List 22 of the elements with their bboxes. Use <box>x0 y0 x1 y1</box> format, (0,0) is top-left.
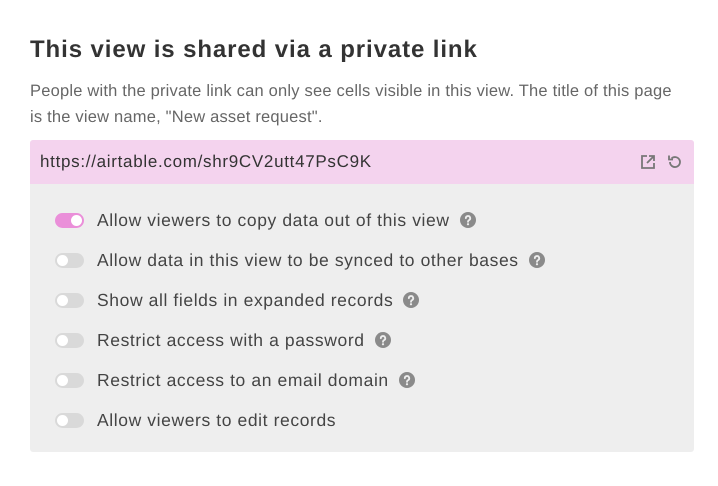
toggle-switch[interactable] <box>55 332 84 348</box>
option-label: Restrict access with a password <box>97 328 365 352</box>
help-icon[interactable] <box>460 212 476 228</box>
toggle-switch[interactable] <box>55 292 84 308</box>
toggle-switch[interactable] <box>55 212 84 228</box>
help-icon[interactable] <box>398 372 415 388</box>
share-link[interactable]: https://airtable.com/shr9CV2utt47PsC9K <box>40 149 640 175</box>
help-icon[interactable] <box>403 292 420 308</box>
option-label: Allow viewers to copy data out of this view <box>97 208 450 232</box>
toggle-switch[interactable] <box>55 252 84 268</box>
toggle-switch[interactable] <box>55 372 84 388</box>
external-link-icon[interactable] <box>640 154 656 170</box>
option-label: Allow data in this view to be synced to other bases <box>97 248 519 272</box>
option-label: Allow viewers to edit records <box>97 408 336 432</box>
toggle-switch[interactable] <box>55 412 84 428</box>
reset-icon[interactable] <box>666 153 684 171</box>
help-icon[interactable] <box>374 332 391 348</box>
option-label: Show all fields in expanded records <box>97 288 394 312</box>
description: People with the private link can only see cells visible in this view. The title of this page is the view name, "New asset request". <box>30 81 673 128</box>
section-title: This view is shared via a private link <box>30 36 479 64</box>
option-label: Restrict access to an email domain <box>97 368 389 392</box>
help-icon[interactable] <box>528 252 545 268</box>
